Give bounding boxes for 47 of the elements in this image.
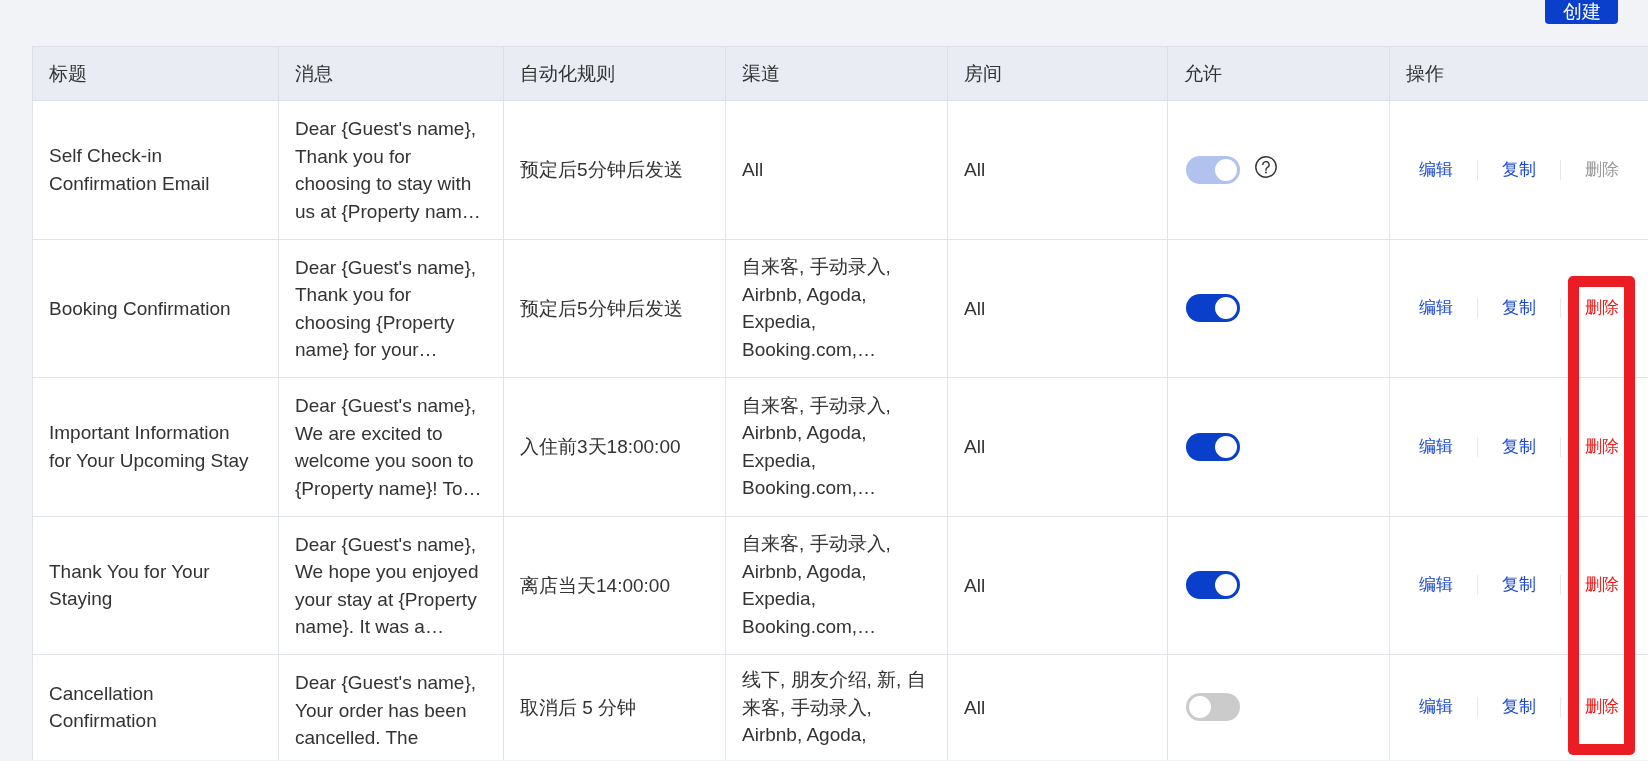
delete-link[interactable]: 删除: [1583, 296, 1621, 321]
channel-cell: 自来客, 手动录入, Airbnb, Agoda, Expedia, Booking.com,…: [725, 516, 948, 655]
message-cell: Dear {Guest's name}, We hope you enjoyed your stay at {Property name}. It was a…: [278, 516, 504, 655]
delete-link[interactable]: 删除: [1583, 434, 1621, 459]
delete-link[interactable]: 删除: [1583, 573, 1621, 598]
copy-link[interactable]: 复制: [1500, 296, 1538, 321]
channel-cell: 自来客, 手动录入, Airbnb, Agoda, Expedia, Booking.com,…: [725, 377, 948, 516]
room-cell: All: [947, 239, 1168, 378]
column-header: 消息: [278, 46, 504, 101]
column-header: 房间: [947, 46, 1168, 101]
edit-link[interactable]: 编辑: [1417, 695, 1455, 720]
edit-link[interactable]: 编辑: [1417, 573, 1455, 598]
toggle-switch[interactable]: [1186, 571, 1240, 600]
toggle-switch[interactable]: [1186, 432, 1240, 461]
room-cell: All: [947, 100, 1168, 239]
column-header: 允许: [1167, 46, 1390, 101]
message-cell: Dear {Guest's name}, Thank you for choosing {Property name} for your…: [278, 239, 504, 378]
column-header: 操作: [1389, 46, 1648, 101]
copy-link[interactable]: 复制: [1500, 695, 1538, 720]
room-cell: All: [947, 377, 1168, 516]
column-header: 标题: [32, 46, 279, 101]
channel-cell: All: [725, 100, 948, 239]
title-cell: Booking Confirmation: [32, 239, 279, 378]
rule-cell: 入住前3天18:00:00: [503, 377, 726, 516]
copy-link[interactable]: 复制: [1500, 573, 1538, 598]
edit-link[interactable]: 编辑: [1417, 296, 1455, 321]
rule-cell: 离店当天14:00:00: [503, 516, 726, 655]
toggle-switch[interactable]: [1186, 294, 1240, 323]
message-cell: Dear {Guest's name}, Thank you for choosing to stay with us at {Property nam…: [278, 100, 504, 239]
create-button[interactable]: 创建: [1545, 0, 1618, 24]
copy-link[interactable]: 复制: [1500, 157, 1538, 182]
room-cell: All: [947, 516, 1168, 655]
column-header: 渠道: [725, 46, 948, 101]
toggle-switch[interactable]: [1186, 693, 1240, 722]
rule-cell: 预定后5分钟后发送: [503, 100, 726, 239]
title-cell: Self Check-in Confirmation Email: [32, 100, 279, 239]
channel-cell: 自来客, 手动录入, Airbnb, Agoda, Expedia, Booking.com,…: [725, 239, 948, 378]
message-cell: Dear {Guest's name}, We are excited to welcome you soon to {Property name}! To…: [278, 377, 504, 516]
column-header: 自动化规则: [503, 46, 726, 101]
copy-link[interactable]: 复制: [1500, 434, 1538, 459]
title-cell: Important Information for Your Upcoming Stay: [32, 377, 279, 516]
edit-link[interactable]: 编辑: [1417, 157, 1455, 182]
title-cell: Cancellation Confirmation: [32, 654, 279, 760]
edit-link[interactable]: 编辑: [1417, 434, 1455, 459]
delete-link[interactable]: 删除: [1583, 695, 1621, 720]
rule-cell: 预定后5分钟后发送: [503, 239, 726, 378]
title-cell: Thank You for Your Staying: [32, 516, 279, 655]
